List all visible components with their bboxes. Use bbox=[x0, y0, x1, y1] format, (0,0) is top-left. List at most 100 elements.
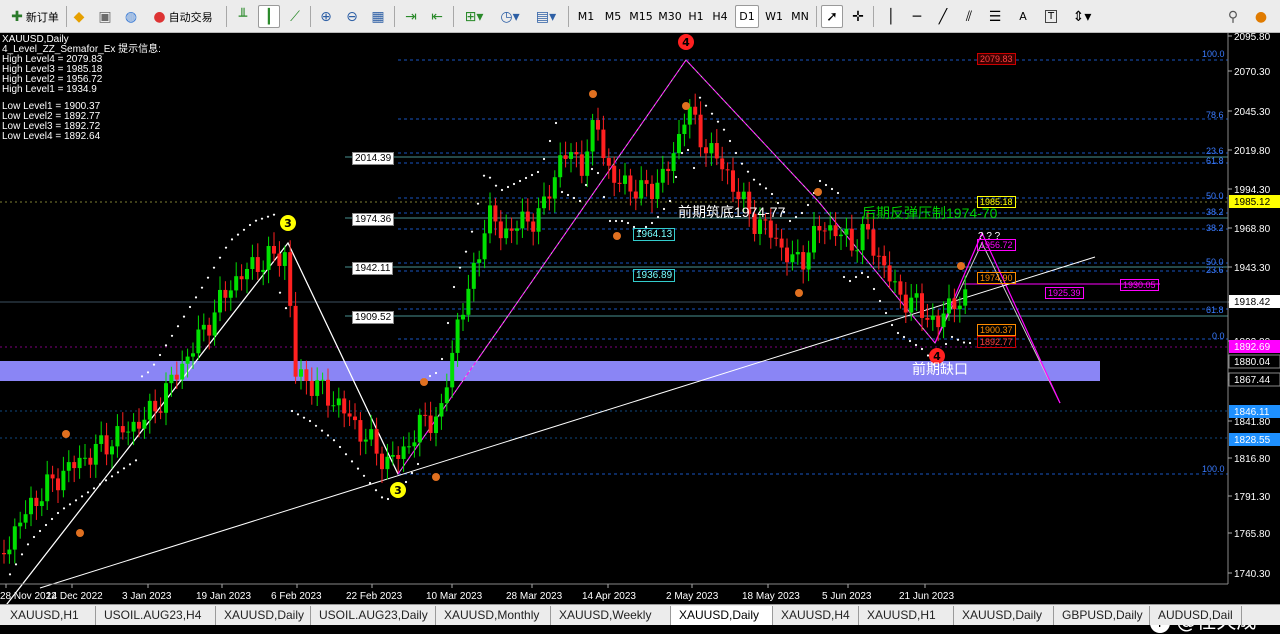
price-chart[interactable]: 2095.80 2070.30 2045.30 2019.80 1994.30 1968.… bbox=[0, 33, 1280, 604]
chart-tab[interactable]: XAUUSD,Daily bbox=[954, 606, 1054, 625]
vertical-line-tool[interactable]: │ bbox=[880, 5, 902, 28]
candle-body bbox=[525, 211, 530, 222]
trendline-tool[interactable]: ╱ bbox=[932, 5, 954, 28]
channel-tool[interactable]: ⫽ bbox=[958, 5, 980, 28]
chart-tab[interactable]: USOIL.AUG23,Daily bbox=[311, 606, 436, 625]
candle-body bbox=[839, 234, 843, 237]
sar-dot bbox=[494, 184, 498, 187]
arrows-icon: ⇕▾ bbox=[1072, 8, 1092, 25]
candle-body bbox=[531, 221, 536, 232]
chart-tab[interactable]: XAUUSD,Daily bbox=[216, 606, 311, 625]
bar-chart-button[interactable]: ╨ bbox=[232, 5, 254, 28]
chart-area[interactable]: 2095.80 2070.30 2045.30 2019.80 1994.30 1968.… bbox=[0, 33, 1280, 633]
chart-tab[interactable]: XAUUSD,Daily bbox=[671, 606, 773, 625]
sar-dot bbox=[296, 413, 300, 416]
candle-body bbox=[612, 165, 617, 183]
arrows-tool[interactable]: ⇕▾ bbox=[1066, 5, 1098, 28]
candle-body bbox=[563, 155, 568, 159]
sar-dot bbox=[524, 176, 528, 180]
sar-dot bbox=[140, 375, 144, 378]
chart-tab[interactable]: XAUUSD,Monthly bbox=[436, 606, 551, 625]
semafor-small-marker bbox=[814, 188, 822, 196]
sar-dot bbox=[548, 139, 552, 143]
sar-dot bbox=[536, 170, 540, 174]
candle-body bbox=[876, 255, 881, 257]
timeframe-h4[interactable]: H4 bbox=[709, 5, 731, 28]
market-button[interactable]: ◍ bbox=[120, 5, 142, 28]
sar-dot bbox=[74, 499, 78, 502]
separator bbox=[568, 6, 569, 27]
orange-level-box: 1974.90 bbox=[977, 272, 1016, 284]
candle-body bbox=[644, 180, 649, 184]
chart-tab[interactable]: XAUUSD,Weekly bbox=[551, 606, 671, 625]
sar-dot bbox=[740, 162, 744, 165]
zoom-out-button[interactable]: ⊖ bbox=[341, 5, 363, 28]
chart-tab[interactable]: GBPUSD,Daily bbox=[1054, 606, 1150, 625]
timeframe-m15[interactable]: M15 bbox=[627, 5, 655, 28]
chart-shift-button[interactable]: ⇤ bbox=[426, 5, 448, 28]
sar-dot bbox=[704, 104, 708, 107]
sar-dot bbox=[674, 175, 678, 179]
fibonacci-tool[interactable]: ☰ bbox=[984, 5, 1006, 28]
separator bbox=[873, 6, 874, 27]
price-tick-label: 1994.30 bbox=[1234, 185, 1271, 196]
candle-body bbox=[655, 182, 660, 200]
crosshair-tool[interactable]: ✛ bbox=[847, 5, 869, 28]
horizontal-line-tool[interactable]: ─ bbox=[906, 5, 928, 28]
tile-windows-button[interactable]: ▦ bbox=[367, 5, 389, 28]
periods-button[interactable]: ◷▾ bbox=[494, 5, 526, 28]
text-tool[interactable]: A bbox=[1012, 5, 1034, 28]
sar-dot bbox=[356, 467, 360, 470]
timeframe-mn[interactable]: MN bbox=[788, 5, 812, 28]
timeframe-m1[interactable]: M1 bbox=[574, 5, 598, 28]
candle-body bbox=[191, 353, 195, 357]
timeframe-m5[interactable]: M5 bbox=[601, 5, 625, 28]
candle-body bbox=[731, 170, 735, 192]
sar-dot bbox=[200, 286, 204, 289]
candle-body bbox=[277, 253, 282, 266]
timeframe-label: D1 bbox=[739, 10, 755, 23]
new-order-button[interactable]: ✚ 新订单 bbox=[4, 5, 66, 28]
text-label-tool[interactable]: T bbox=[1040, 5, 1062, 28]
new-order-icon: ✚ bbox=[11, 8, 23, 25]
cursor-tool[interactable]: ➚ bbox=[821, 5, 843, 28]
sar-dot bbox=[80, 495, 84, 498]
sar-dot bbox=[626, 221, 630, 225]
timeframe-w1[interactable]: W1 bbox=[762, 5, 786, 28]
templates-button[interactable]: ▤▾ bbox=[530, 5, 562, 28]
sar-dot bbox=[308, 419, 312, 423]
candle-body bbox=[515, 228, 519, 231]
indicators-button[interactable]: ⊞▾ bbox=[458, 5, 490, 28]
separator bbox=[453, 6, 454, 27]
chart-tab[interactable]: XAUUSD,H4 bbox=[773, 606, 859, 625]
data-window-button[interactable]: ▣ bbox=[94, 5, 116, 28]
chart-tab[interactable]: XAUUSD,H1 bbox=[2, 606, 96, 625]
fib-label: 61.8 bbox=[1206, 305, 1224, 315]
search-button[interactable]: ⚲ bbox=[1222, 5, 1244, 28]
candle-body bbox=[920, 293, 924, 318]
timeframe-h1[interactable]: H1 bbox=[685, 5, 707, 28]
candle-body bbox=[2, 553, 6, 555]
zoom-in-button[interactable]: ⊕ bbox=[315, 5, 337, 28]
timeframe-d1[interactable]: D1 bbox=[735, 5, 759, 28]
time-tick-label: 22 Feb 2023 bbox=[346, 591, 403, 602]
autoscroll-button[interactable]: ⇥ bbox=[400, 5, 422, 28]
sar-dot bbox=[530, 173, 534, 177]
line-chart-button[interactable]: ⟋ bbox=[284, 5, 306, 28]
candle-body bbox=[461, 314, 465, 320]
metaeditor-button[interactable]: ◆ bbox=[68, 5, 90, 28]
notifications-button[interactable]: ● bbox=[1250, 5, 1272, 28]
sar-dot bbox=[878, 299, 882, 303]
auto-trading-button[interactable]: ● 自动交易 bbox=[146, 5, 220, 28]
timeframe-m30[interactable]: M30 bbox=[656, 5, 684, 28]
price-tick-label: 2070.30 bbox=[1234, 67, 1271, 78]
candlestick-button[interactable]: ┃ bbox=[258, 5, 280, 28]
chart-shift-icon: ⇤ bbox=[431, 8, 443, 25]
candle-body bbox=[293, 305, 298, 377]
candle-body bbox=[936, 315, 941, 328]
fib-label: 100.0 bbox=[1202, 49, 1225, 59]
chart-tab[interactable]: XAUUSD,H1 bbox=[859, 606, 954, 625]
chart-tab[interactable]: USOIL.AUG23,H4 bbox=[96, 606, 216, 625]
chart-tab[interactable]: AUDUSD,Dail bbox=[1150, 606, 1242, 625]
candle-body bbox=[585, 151, 590, 176]
